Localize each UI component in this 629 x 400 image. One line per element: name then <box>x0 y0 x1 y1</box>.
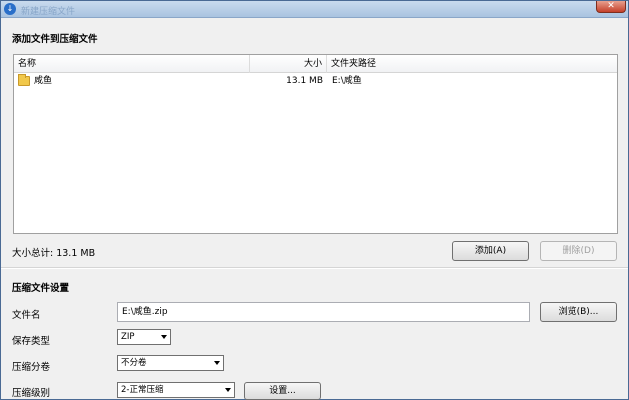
table-row[interactable]: 咸鱼 13.1 MB E:\咸鱼 <box>14 73 617 89</box>
settings-section-title: 压缩文件设置 <box>12 283 70 294</box>
split-value: 不分卷 <box>121 358 147 368</box>
filename-input[interactable]: E:\咸鱼.zip <box>117 302 530 322</box>
column-header-name[interactable]: 名称 <box>14 55 250 73</box>
level-label: 压缩级别 <box>12 388 51 399</box>
column-header-size[interactable]: 大小 <box>250 55 327 73</box>
total-size-text: 大小总计: 13.1 MB <box>12 248 96 259</box>
file-list[interactable]: 名称 大小 文件夹路径 咸鱼 13.1 MB E:\咸鱼 <box>13 54 618 234</box>
add-section-title: 添加文件到压缩文件 <box>12 34 98 45</box>
add-button[interactable]: 添加(A) <box>452 241 529 261</box>
row-size: 13.1 MB <box>286 76 323 86</box>
level-value: 2-正常压缩 <box>121 385 164 395</box>
save-type-label: 保存类型 <box>12 336 51 347</box>
new-archive-window: ↓ 新建压缩文件 ✕ 添加文件到压缩文件 名称 大小 文件夹路径 咸鱼 13.1… <box>0 0 629 400</box>
filename-label: 文件名 <box>12 310 41 321</box>
window-title: 新建压缩文件 <box>21 7 76 17</box>
split-label: 压缩分卷 <box>12 362 51 373</box>
level-select[interactable]: 2-正常压缩 <box>117 382 235 398</box>
column-header-path[interactable]: 文件夹路径 <box>327 55 617 73</box>
split-select[interactable]: 不分卷 <box>117 355 224 371</box>
title-bar[interactable]: ↓ 新建压缩文件 ✕ <box>1 1 628 18</box>
chevron-down-icon <box>214 361 220 365</box>
folder-icon <box>18 74 30 86</box>
app-icon: ↓ <box>4 3 16 15</box>
browse-button[interactable]: 浏览(B)... <box>540 302 617 322</box>
settings-button[interactable]: 设置... <box>244 382 321 400</box>
list-header: 名称 大小 文件夹路径 <box>14 55 617 73</box>
close-button[interactable]: ✕ <box>596 1 626 13</box>
section-divider <box>1 267 628 269</box>
row-name: 咸鱼 <box>34 76 53 86</box>
chevron-down-icon <box>225 388 231 392</box>
save-type-value: ZIP <box>121 332 135 342</box>
row-path: E:\咸鱼 <box>332 76 362 86</box>
save-type-select[interactable]: ZIP <box>117 329 171 345</box>
delete-button[interactable]: 删除(D) <box>540 241 617 261</box>
chevron-down-icon <box>161 335 167 339</box>
